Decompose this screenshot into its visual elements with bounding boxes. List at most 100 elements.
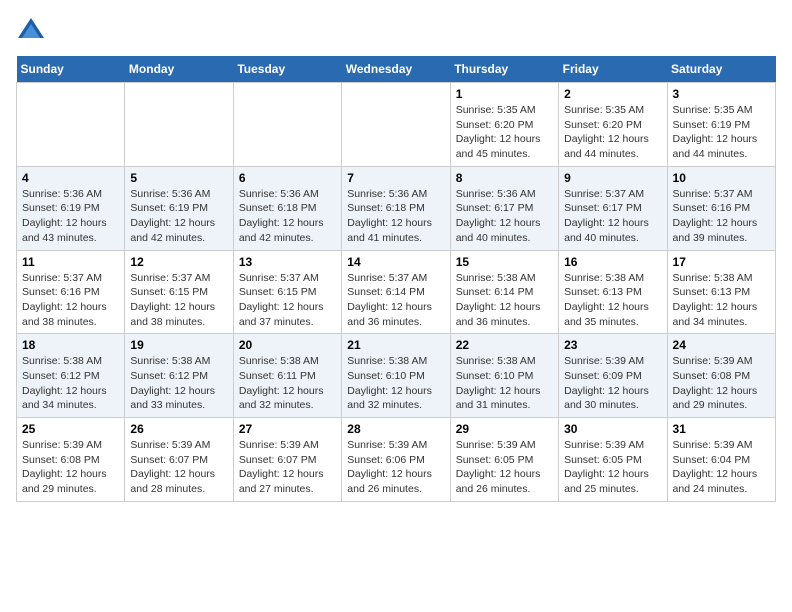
calendar-cell: 10 Sunrise: 5:37 AMSunset: 6:16 PMDayligh… [667, 166, 775, 250]
page-header [16, 16, 776, 46]
calendar-cell: 7Sunrise: 5:36 AMSunset: 6:18 PMDaylight… [342, 166, 450, 250]
day-number: 28 [347, 422, 444, 436]
day-number: 26 [130, 422, 227, 436]
week-row: 25 Sunrise: 5:39 AMSunset: 6:08 PMDayligh… [17, 418, 776, 502]
calendar-cell: 6 Sunrise: 5:36 AMSunset: 6:18 PMDaylight… [233, 166, 341, 250]
calendar-table: SundayMondayTuesdayWednesdayThursdayFrid… [16, 56, 776, 502]
day-info: Sunrise: 5:38 AMSunset: 6:14 PMDaylight:… [456, 272, 541, 328]
day-number: 29 [456, 422, 553, 436]
day-info: Sunrise: 5:37 AMSunset: 6:15 PMDaylight:… [130, 272, 215, 328]
calendar-cell: 22 Sunrise: 5:38 AMSunset: 6:10 PMDayligh… [450, 334, 558, 418]
day-info: Sunrise: 5:35 AMSunset: 6:20 PMDaylight:… [456, 104, 541, 160]
day-number: 10 [673, 171, 770, 185]
calendar-cell [17, 83, 125, 167]
day-number: 27 [239, 422, 336, 436]
day-info: Sunrise: 5:38 AMSunset: 6:12 PMDaylight:… [130, 355, 215, 411]
logo [16, 16, 50, 46]
day-info: Sunrise: 5:37 AMSunset: 6:16 PMDaylight:… [22, 272, 107, 328]
calendar-cell: 1Sunrise: 5:35 AMSunset: 6:20 PMDaylight… [450, 83, 558, 167]
day-number: 9 [564, 171, 661, 185]
day-number: 17 [673, 255, 770, 269]
week-row: 4 Sunrise: 5:36 AMSunset: 6:19 PMDaylight… [17, 166, 776, 250]
weekday-header-saturday: Saturday [667, 56, 775, 83]
day-info: Sunrise: 5:39 AMSunset: 6:08 PMDaylight:… [673, 355, 758, 411]
day-info: Sunrise: 5:38 AMSunset: 6:12 PMDaylight:… [22, 355, 107, 411]
day-info: Sunrise: 5:38 AMSunset: 6:10 PMDaylight:… [456, 355, 541, 411]
day-info: Sunrise: 5:37 AMSunset: 6:15 PMDaylight:… [239, 272, 324, 328]
day-info: Sunrise: 5:36 AMSunset: 6:19 PMDaylight:… [130, 188, 215, 244]
day-number: 13 [239, 255, 336, 269]
calendar-cell: 16Sunrise: 5:38 AMSunset: 6:13 PMDayligh… [559, 250, 667, 334]
day-info: Sunrise: 5:36 AMSunset: 6:18 PMDaylight:… [239, 188, 324, 244]
calendar-cell [125, 83, 233, 167]
day-number: 30 [564, 422, 661, 436]
day-info: Sunrise: 5:38 AMSunset: 6:10 PMDaylight:… [347, 355, 432, 411]
day-info: Sunrise: 5:39 AMSunset: 6:04 PMDaylight:… [673, 439, 758, 495]
day-number: 12 [130, 255, 227, 269]
calendar-body: 1Sunrise: 5:35 AMSunset: 6:20 PMDaylight… [17, 83, 776, 502]
day-info: Sunrise: 5:38 AMSunset: 6:13 PMDaylight:… [564, 272, 649, 328]
day-number: 31 [673, 422, 770, 436]
day-number: 2 [564, 87, 661, 101]
day-number: 5 [130, 171, 227, 185]
day-number: 3 [673, 87, 770, 101]
day-info: Sunrise: 5:39 AMSunset: 6:06 PMDaylight:… [347, 439, 432, 495]
day-info: Sunrise: 5:36 AMSunset: 6:17 PMDaylight:… [456, 188, 541, 244]
calendar-cell: 21 Sunrise: 5:38 AMSunset: 6:10 PMDayligh… [342, 334, 450, 418]
day-info: Sunrise: 5:35 AMSunset: 6:19 PMDaylight:… [673, 104, 758, 160]
weekday-header-sunday: Sunday [17, 56, 125, 83]
calendar-cell: 31 Sunrise: 5:39 AMSunset: 6:04 PMDayligh… [667, 418, 775, 502]
day-number: 21 [347, 338, 444, 352]
weekday-header-thursday: Thursday [450, 56, 558, 83]
day-info: Sunrise: 5:39 AMSunset: 6:07 PMDaylight:… [239, 439, 324, 495]
calendar-cell: 29 Sunrise: 5:39 AMSunset: 6:05 PMDayligh… [450, 418, 558, 502]
day-info: Sunrise: 5:39 AMSunset: 6:09 PMDaylight:… [564, 355, 649, 411]
calendar-cell: 28 Sunrise: 5:39 AMSunset: 6:06 PMDayligh… [342, 418, 450, 502]
calendar-cell: 5 Sunrise: 5:36 AMSunset: 6:19 PMDaylight… [125, 166, 233, 250]
day-number: 20 [239, 338, 336, 352]
calendar-cell: 2 Sunrise: 5:35 AMSunset: 6:20 PMDaylight… [559, 83, 667, 167]
header-row: SundayMondayTuesdayWednesdayThursdayFrid… [17, 56, 776, 83]
calendar-cell: 17 Sunrise: 5:38 AMSunset: 6:13 PMDayligh… [667, 250, 775, 334]
week-row: 11 Sunrise: 5:37 AMSunset: 6:16 PMDayligh… [17, 250, 776, 334]
calendar-cell: 12 Sunrise: 5:37 AMSunset: 6:15 PMDayligh… [125, 250, 233, 334]
day-info: Sunrise: 5:35 AMSunset: 6:20 PMDaylight:… [564, 104, 649, 160]
calendar-cell: 20Sunrise: 5:38 AMSunset: 6:11 PMDayligh… [233, 334, 341, 418]
weekday-header-monday: Monday [125, 56, 233, 83]
week-row: 1Sunrise: 5:35 AMSunset: 6:20 PMDaylight… [17, 83, 776, 167]
day-number: 11 [22, 255, 119, 269]
day-info: Sunrise: 5:39 AMSunset: 6:08 PMDaylight:… [22, 439, 107, 495]
calendar-cell: 15 Sunrise: 5:38 AMSunset: 6:14 PMDayligh… [450, 250, 558, 334]
calendar-cell: 23 Sunrise: 5:39 AMSunset: 6:09 PMDayligh… [559, 334, 667, 418]
day-number: 14 [347, 255, 444, 269]
day-info: Sunrise: 5:37 AMSunset: 6:16 PMDaylight:… [673, 188, 758, 244]
calendar-cell: 26 Sunrise: 5:39 AMSunset: 6:07 PMDayligh… [125, 418, 233, 502]
calendar-cell: 11 Sunrise: 5:37 AMSunset: 6:16 PMDayligh… [17, 250, 125, 334]
calendar-cell: 9Sunrise: 5:37 AMSunset: 6:17 PMDaylight… [559, 166, 667, 250]
day-number: 4 [22, 171, 119, 185]
day-number: 6 [239, 171, 336, 185]
day-info: Sunrise: 5:39 AMSunset: 6:07 PMDaylight:… [130, 439, 215, 495]
day-number: 23 [564, 338, 661, 352]
weekday-header-wednesday: Wednesday [342, 56, 450, 83]
day-info: Sunrise: 5:39 AMSunset: 6:05 PMDaylight:… [456, 439, 541, 495]
week-row: 18 Sunrise: 5:38 AMSunset: 6:12 PMDayligh… [17, 334, 776, 418]
day-number: 22 [456, 338, 553, 352]
day-number: 8 [456, 171, 553, 185]
day-number: 25 [22, 422, 119, 436]
calendar-cell [342, 83, 450, 167]
calendar-cell: 27 Sunrise: 5:39 AMSunset: 6:07 PMDayligh… [233, 418, 341, 502]
day-info: Sunrise: 5:36 AMSunset: 6:18 PMDaylight:… [347, 188, 432, 244]
day-number: 15 [456, 255, 553, 269]
weekday-header-friday: Friday [559, 56, 667, 83]
calendar-cell: 13 Sunrise: 5:37 AMSunset: 6:15 PMDayligh… [233, 250, 341, 334]
calendar-cell: 19Sunrise: 5:38 AMSunset: 6:12 PMDayligh… [125, 334, 233, 418]
calendar-cell: 24Sunrise: 5:39 AMSunset: 6:08 PMDayligh… [667, 334, 775, 418]
day-info: Sunrise: 5:38 AMSunset: 6:13 PMDaylight:… [673, 272, 758, 328]
day-number: 18 [22, 338, 119, 352]
day-info: Sunrise: 5:36 AMSunset: 6:19 PMDaylight:… [22, 188, 107, 244]
calendar-cell: 25 Sunrise: 5:39 AMSunset: 6:08 PMDayligh… [17, 418, 125, 502]
calendar-header: SundayMondayTuesdayWednesdayThursdayFrid… [17, 56, 776, 83]
logo-icon [16, 16, 46, 46]
calendar-cell: 8 Sunrise: 5:36 AMSunset: 6:17 PMDaylight… [450, 166, 558, 250]
